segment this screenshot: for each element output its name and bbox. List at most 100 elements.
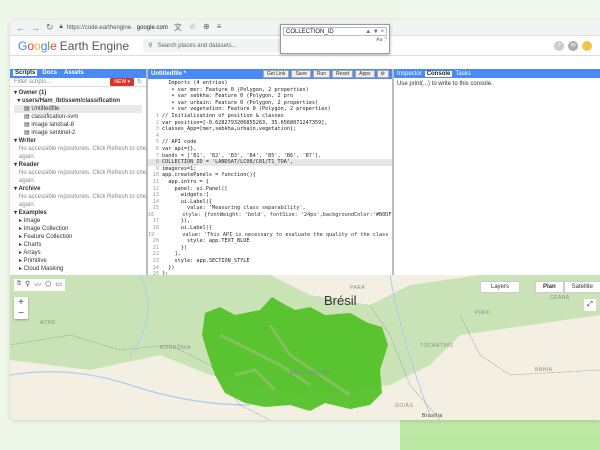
tree-item[interactable]: ▸ Arrays bbox=[14, 249, 142, 257]
help-icon[interactable]: ? bbox=[554, 40, 564, 51]
reload-icon[interactable]: ↻ bbox=[46, 22, 54, 33]
tab-assets[interactable]: Assets bbox=[62, 70, 86, 76]
settings-icon[interactable]: ⚙ bbox=[376, 70, 389, 78]
code-line[interactable]: 10 app.createPanels = function(){ bbox=[148, 172, 392, 179]
code-line[interactable]: 13 widgets:[ bbox=[148, 192, 392, 199]
tree-item[interactable]: again. bbox=[14, 177, 142, 185]
code-line[interactable]: 1// Initialisation of position & classes bbox=[148, 113, 392, 120]
back-icon[interactable]: ← bbox=[16, 23, 25, 33]
tree-item[interactable]: ▤ image landsat-8 bbox=[14, 121, 142, 129]
code-line[interactable]: 7 bands = ['B1', 'B2', 'B3', 'B4', 'B5', … bbox=[148, 153, 392, 160]
tree-item[interactable]: ▾ Owner (1) bbox=[14, 89, 142, 97]
tree-item[interactable]: again. bbox=[14, 153, 142, 161]
tab-inspector[interactable]: Inspector bbox=[397, 71, 422, 77]
code-line[interactable]: 12 panel: ui.Panel([ bbox=[148, 186, 392, 193]
map-view[interactable]: Brésil RONDÔNIA MATO GROSSO TOCANTINS BA… bbox=[10, 275, 600, 420]
code-line[interactable]: 20 style: app.TEXT_BLUE bbox=[148, 238, 392, 245]
code-line[interactable]: 6 var api={}, bbox=[148, 146, 392, 153]
get-link-button[interactable]: Get Link bbox=[262, 70, 290, 78]
hand-icon[interactable]: ✋︎ bbox=[17, 280, 21, 290]
code-line[interactable]: 8 COLLECTION_ID = 'LANDSAT/LC08/C01/T1_TO… bbox=[148, 159, 392, 166]
map-label-para: PARÁ bbox=[350, 285, 366, 291]
code-line[interactable]: 4 bbox=[148, 133, 392, 140]
code-area[interactable]: Imports (4 entries) ▾ var mer: Feature 0… bbox=[148, 79, 392, 275]
code-line[interactable]: 17 }), bbox=[148, 218, 392, 225]
code-line[interactable]: ▾ var mer: Feature 0 (Polygon, 2 propert… bbox=[148, 87, 392, 94]
menu-icon[interactable]: ≡ bbox=[217, 22, 222, 33]
code-line[interactable]: 3 classes_App=[mer,sebkha,urbain,vegetati… bbox=[148, 126, 392, 133]
new-button[interactable]: NEW ▾ bbox=[110, 77, 134, 86]
tab-tasks[interactable]: Tasks bbox=[455, 71, 470, 77]
tree-item[interactable]: ▸ Primitive bbox=[14, 257, 142, 265]
code-line[interactable]: 19 value: 'This API is necessary to eval… bbox=[148, 232, 392, 239]
feedback-icon[interactable]: ✉ bbox=[568, 40, 578, 51]
line-code: var api={}, bbox=[162, 145, 197, 152]
refresh-icon[interactable]: ↻ bbox=[137, 78, 142, 85]
line-number: 14 bbox=[152, 198, 159, 205]
polygon-icon[interactable]: ⬠ bbox=[45, 280, 51, 290]
star-icon[interactable]: ☆ bbox=[189, 22, 196, 33]
code-line[interactable]: 11 app.intro = { bbox=[148, 179, 392, 186]
map-type-satellite[interactable]: Satellite bbox=[563, 281, 600, 293]
rectangle-icon[interactable]: ▭ bbox=[55, 280, 62, 290]
line-icon[interactable]: 〰 bbox=[34, 280, 41, 290]
tree-item[interactable]: No accessible repositories. Click Refres… bbox=[14, 169, 146, 177]
run-button[interactable]: Run bbox=[312, 70, 331, 78]
code-line[interactable]: 2 var position=[-0.6282793206855263, 35.6… bbox=[148, 120, 392, 127]
apps-button[interactable]: Apps bbox=[355, 70, 375, 78]
marker-icon[interactable]: ⚲ bbox=[25, 280, 30, 290]
forward-icon[interactable]: → bbox=[31, 23, 40, 33]
find-input[interactable]: COLLECTION_ID ▲ ▼ × bbox=[283, 27, 387, 36]
tree-item[interactable]: ▸ Image bbox=[14, 217, 142, 225]
save-button[interactable]: Save bbox=[291, 70, 311, 78]
code-line[interactable]: 9 imageres=1; bbox=[148, 166, 392, 173]
zoom-out-button[interactable]: − bbox=[18, 308, 24, 319]
code-line[interactable]: 24 }) bbox=[148, 265, 392, 272]
tree-item[interactable]: ▸ Cloud Masking bbox=[14, 265, 142, 273]
tree-item[interactable]: ▤ Untitledfile bbox=[14, 105, 142, 113]
console-panel: Inspector Console Tasks Use print(...) t… bbox=[394, 69, 600, 275]
tree-item[interactable]: ▸ Charts bbox=[14, 241, 142, 249]
avatar[interactable] bbox=[582, 40, 592, 51]
code-line[interactable]: 14 ui.Label({ bbox=[148, 199, 392, 206]
tree-item[interactable]: ▾ users/Ham_Ibtissem/classification bbox=[14, 97, 142, 105]
extensions-icon[interactable]: ⊕ bbox=[203, 22, 210, 33]
map-type-plan[interactable]: Plan bbox=[535, 281, 564, 293]
address-bar[interactable]: 🔒︎ https://code.earthengine. google.com bbox=[60, 22, 168, 33]
tree-item[interactable]: ▸ Feature Collection bbox=[14, 233, 142, 241]
tree-item[interactable]: ▾ Examples bbox=[14, 209, 142, 217]
code-line[interactable]: 21 }) bbox=[148, 245, 392, 252]
translate-icon[interactable]: 文 bbox=[174, 22, 182, 33]
code-line[interactable]: ▾ var sebkha: Feature 0 (Polygon, 2 pro bbox=[148, 93, 392, 100]
code-line[interactable]: 18 ui.Label({ bbox=[148, 225, 392, 232]
tab-scripts[interactable]: Scripts bbox=[13, 70, 38, 77]
tree-item[interactable]: ▤ classification-svm bbox=[14, 113, 142, 121]
tree-item[interactable]: ▤ image sentinel-2 bbox=[14, 129, 142, 137]
code-line[interactable]: 22 ], bbox=[148, 251, 392, 258]
map-label-acre: ACRE bbox=[40, 320, 56, 326]
reset-button[interactable]: Reset bbox=[332, 70, 354, 78]
code-line[interactable]: ▾ var vegetation: Feature 0 (Polygon, 2 … bbox=[148, 106, 392, 113]
tree-item[interactable]: No accessible repositories. Click Refres… bbox=[14, 193, 146, 201]
tree-item[interactable]: again. bbox=[14, 201, 142, 209]
tab-console[interactable]: Console bbox=[424, 70, 453, 77]
find-options[interactable]: Aa .* bbox=[283, 37, 387, 43]
script-filter-input[interactable]: Filter scripts... NEW ▾ ↻ bbox=[10, 77, 146, 87]
layers-control[interactable]: Layers bbox=[480, 281, 521, 293]
earth-engine-logo[interactable]: Google Earth Engine bbox=[18, 39, 129, 53]
code-line[interactable]: 5// API code bbox=[148, 139, 392, 146]
fullscreen-icon[interactable]: ⤢ bbox=[584, 299, 596, 311]
tree-item[interactable]: ▸ Image Collection bbox=[14, 225, 142, 233]
tab-docs[interactable]: Docs bbox=[40, 70, 59, 76]
code-line[interactable]: 23 style: app.SECTION_STYLE bbox=[148, 258, 392, 265]
tree-item[interactable]: ▾ Reader bbox=[14, 161, 142, 169]
code-line[interactable]: 15 value: 'Measuring class separability'… bbox=[148, 205, 392, 212]
code-line[interactable]: ▾ var urbain: Feature 0 (Polygon, 2 prop… bbox=[148, 100, 392, 107]
code-line[interactable]: 16 style: {fontWeight: 'bold', fontSize:… bbox=[148, 212, 392, 219]
tree-item[interactable]: ▾ Archive bbox=[14, 185, 142, 193]
tree-item[interactable]: ▾ Writer bbox=[14, 137, 142, 145]
zoom-in-button[interactable]: + bbox=[18, 297, 24, 308]
map-label-ceara: CEARÁ bbox=[550, 295, 570, 301]
tree-item[interactable]: No accessible repositories. Click Refres… bbox=[14, 145, 146, 153]
code-line[interactable]: Imports (4 entries) bbox=[148, 80, 392, 87]
